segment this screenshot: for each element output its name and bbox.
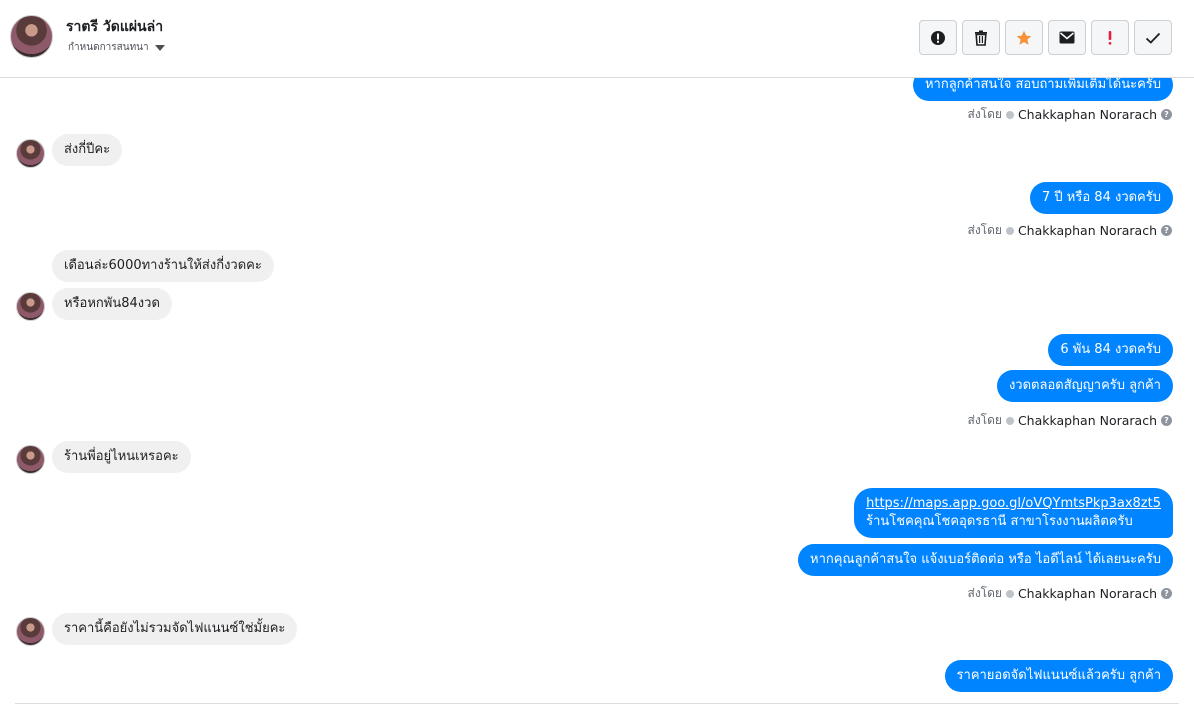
message-incoming[interactable]: เดือนล่ะ6000ทางร้านให้ส่งกี่งวดคะ	[52, 250, 274, 282]
sent-by-label: ส่งโดย	[967, 586, 1002, 600]
sent-by-info: ส่งโดย Chakkaphan Norarach ?	[967, 411, 1172, 430]
checkmark-icon	[1145, 32, 1161, 44]
map-link[interactable]: https://maps.app.goo.gl/oVQYmtsPkp3ax8zt…	[866, 495, 1161, 513]
message-text: ร้านโชคคุณโชคอุดรธานี สาขาโรงงานผลิตครับ	[866, 514, 1133, 529]
caret-down-icon	[154, 44, 165, 51]
sent-by-info: ส่งโดย Chakkaphan Norarach ?	[967, 105, 1172, 124]
avatar	[16, 445, 45, 474]
message-outgoing[interactable]: หากคุณลูกค้าสนใจ แจ้งเบอร์ติดต่อ หรือ ไอ…	[798, 544, 1173, 576]
report-button[interactable]	[919, 20, 957, 55]
message-outgoing[interactable]: งวดตลอดสัญญาครับ ลูกค้า	[996, 370, 1173, 402]
mail-icon	[1059, 31, 1075, 44]
mark-done-button[interactable]	[1134, 20, 1172, 55]
exclamation-icon	[1108, 30, 1112, 45]
message-thread[interactable]: หากลูกค้าสนใจ สอบถามเพิ่มเติมได้นะครับ ส…	[0, 78, 1194, 692]
delete-button[interactable]	[962, 20, 1000, 55]
sent-by-info: ส่งโดย Chakkaphan Norarach ?	[967, 584, 1172, 603]
mark-unread-button[interactable]	[1048, 20, 1086, 55]
header-actions	[919, 20, 1172, 55]
avatar	[16, 292, 45, 321]
verified-dot-icon	[1005, 226, 1014, 235]
sent-by-author[interactable]: Chakkaphan Norarach	[1018, 107, 1157, 122]
message-incoming[interactable]: ราคานี้คือยังไม่รวมจัดไฟแนนซ์ใช่มั้ยคะ	[52, 613, 298, 645]
help-icon[interactable]: ?	[1161, 225, 1172, 236]
message-outgoing[interactable]: ราคายอดจัดไฟแนนซ์แล้วครับ ลูกค้า	[944, 660, 1173, 692]
message-outgoing[interactable]: 6 พัน 84 งวดครับ	[1048, 334, 1173, 366]
message-outgoing[interactable]: 7 ปี หรือ 84 งวดครับ	[1030, 182, 1173, 214]
help-icon[interactable]: ?	[1161, 109, 1172, 120]
sent-by-info: ส่งโดย Chakkaphan Norarach ?	[967, 221, 1172, 240]
star-icon	[1016, 30, 1032, 45]
contact-name[interactable]: ราตรี วัดแผ่นล่า	[66, 16, 163, 38]
message-incoming[interactable]: หรือหกพัน84งวด	[52, 288, 172, 320]
star-button[interactable]	[1005, 20, 1043, 55]
sent-by-label: ส่งโดย	[967, 223, 1002, 237]
message-incoming[interactable]: ส่งกี่ปีคะ	[52, 134, 123, 166]
conversation-header: ราตรี วัดแผ่นล่า กำหนดการสนทนา	[0, 0, 1194, 78]
sent-by-author[interactable]: Chakkaphan Norarach	[1018, 586, 1157, 601]
sent-by-label: ส่งโดย	[967, 107, 1002, 121]
verified-dot-icon	[1005, 110, 1014, 119]
help-icon[interactable]: ?	[1161, 588, 1172, 599]
verified-dot-icon	[1005, 589, 1014, 598]
trash-icon	[975, 30, 987, 46]
sent-by-author[interactable]: Chakkaphan Norarach	[1018, 413, 1157, 428]
conversation-schedule-label: กำหนดการสนทนา	[68, 42, 149, 53]
sent-by-author[interactable]: Chakkaphan Norarach	[1018, 223, 1157, 238]
help-icon[interactable]: ?	[1161, 415, 1172, 426]
message-outgoing-link[interactable]: https://maps.app.goo.gl/oVQYmtsPkp3ax8zt…	[854, 488, 1173, 538]
message-incoming[interactable]: ร้านพี่อยู่ไหนเหรอคะ	[52, 441, 191, 473]
avatar	[16, 617, 45, 646]
alert-circle-icon	[931, 30, 945, 45]
verified-dot-icon	[1005, 416, 1014, 425]
contact-avatar[interactable]	[10, 15, 53, 58]
sent-by-label: ส่งโดย	[967, 413, 1002, 427]
conversation-schedule-dropdown[interactable]: กำหนดการสนทนา	[68, 40, 165, 55]
message-outgoing[interactable]: หากลูกค้าสนใจ สอบถามเพิ่มเติมได้นะครับ	[912, 78, 1173, 101]
avatar	[16, 139, 45, 168]
spam-button[interactable]	[1091, 20, 1129, 55]
